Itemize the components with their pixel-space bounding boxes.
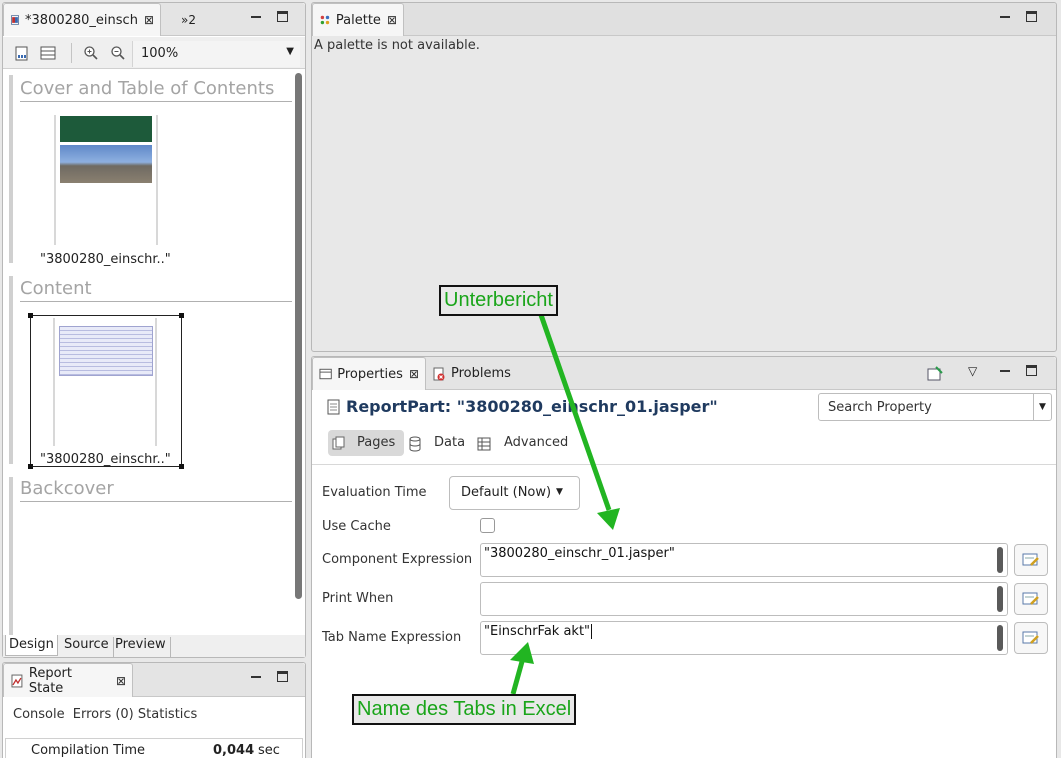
arrow-unterbericht — [537, 311, 620, 530]
arrow-tab-name — [510, 642, 534, 695]
annotation-arrows — [510, 311, 620, 695]
annotation-tab-name: Name des Tabs in Excel — [352, 694, 577, 725]
annotation-unterbericht: Unterbericht — [439, 285, 558, 316]
